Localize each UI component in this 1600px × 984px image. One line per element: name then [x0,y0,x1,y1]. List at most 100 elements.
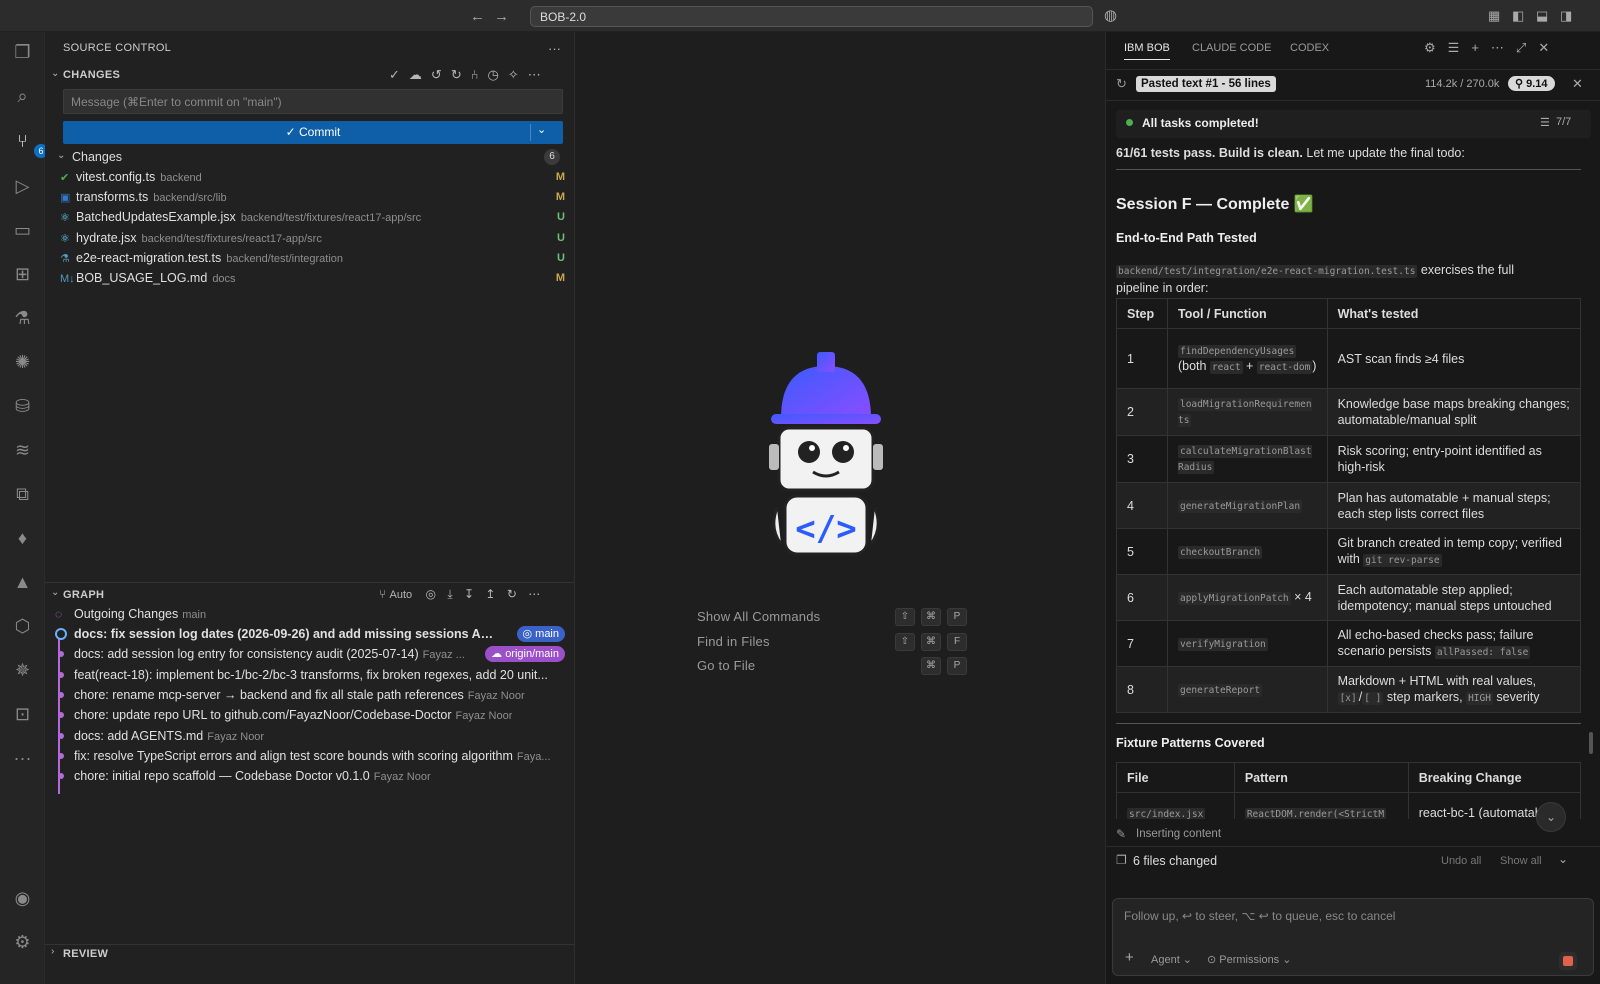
show-all-button[interactable]: Show all [1500,855,1542,867]
back-arrow-icon[interactable]: ← [470,8,485,25]
commit-row[interactable]: fix: resolve TypeScript errors and align… [55,746,565,766]
changed-file-row[interactable]: M↓BOB_USAGE_LOG.md docs M [55,268,565,288]
database-icon[interactable]: ⛁ [10,394,35,419]
close-icon[interactable]: ✕ [1538,40,1561,55]
toggle-panel-icon[interactable]: ⬓ [1536,8,1548,24]
scroll-down-chevron-icon[interactable]: ⌄ [1536,802,1566,832]
panel-tab[interactable]: IBM BOB [1124,42,1170,60]
chevron-down-icon[interactable]: ⌄ [51,68,59,79]
account-icon[interactable]: ◉ [10,886,35,911]
chevron-down-icon[interactable]: ⌄ [57,150,65,161]
chevron-down-icon[interactable]: ⌄ [51,587,59,598]
remote-explorer-icon[interactable]: ▭ [10,218,35,243]
commit-row[interactable]: docs: add AGENTS.md Fayaz Noor [55,726,565,746]
command-center-search[interactable]: BOB-2.0 [530,6,1093,27]
maximize-icon[interactable]: ⤢ [1516,40,1538,55]
commit-row[interactable]: chore: update repo URL to github.com/Fay… [55,705,565,725]
agent-mode-select[interactable]: Agent ⌄ [1151,953,1192,966]
graph-auto-label[interactable]: Auto [390,589,413,601]
plus-icon[interactable]: + [1125,949,1134,966]
cloud-sync-icon[interactable]: ☁ [409,67,431,82]
more-icon[interactable]: ⋯ [528,67,550,82]
pasted-text-chip[interactable]: Pasted text #1 - 56 lines [1136,76,1276,92]
run-debug-icon[interactable]: ▷ [10,174,35,199]
checklist-icon[interactable]: ☰ [1448,40,1472,55]
welcome-command[interactable]: Go to File [697,658,755,673]
chat-input-box[interactable]: Follow up, ↩ to steer, ⌥ ↩ to queue, esc… [1112,898,1594,976]
toggle-sidebar-icon[interactable]: ◧ [1512,8,1524,24]
chevron-down-icon[interactable]: ⌄ [1558,852,1568,866]
welcome-command[interactable]: Find in Files [697,634,770,649]
commit-row[interactable]: feat(react-18): implement bc-1/bc-2/bc-3… [55,665,565,685]
undo-all-button[interactable]: Undo all [1441,855,1481,867]
commit-message-input[interactable]: Message (⌘Enter to commit on "main") [63,89,563,114]
history-icon[interactable]: ↺ [431,67,451,82]
graph-section-title[interactable]: GRAPH [63,589,104,601]
commit-check-icon[interactable]: ✓ [389,67,409,82]
changes-group-label[interactable]: Changes [72,150,122,164]
refresh-icon[interactable]: ↻ [507,587,517,601]
commit-button[interactable]: ✓ Commit [63,121,563,144]
branch-icon[interactable]: ⑂ [379,587,386,601]
commit-row[interactable]: chore: initial repo scaffold — Codebase … [55,766,565,786]
toggle-secondary-sidebar-icon[interactable]: ◨ [1560,8,1572,24]
more-icon[interactable]: ··· [10,746,35,771]
layers-icon[interactable]: ≋ [10,438,35,463]
mongodb-leaf-icon[interactable]: ♦ [10,526,35,551]
changed-file-row[interactable]: ⚗ e2e-react-migration.test.ts backend/test… [55,248,565,268]
search-icon[interactable]: ⌕ [10,84,35,109]
panel-tab[interactable]: CODEX [1290,42,1329,54]
stop-button[interactable] [1559,952,1577,970]
changed-file-row[interactable]: ⚛ BatchedUpdatesExample.jsx backend/test/f… [55,207,565,227]
azure-icon[interactable]: ▲ [10,570,35,595]
target-icon[interactable]: ◎ [426,587,436,601]
step-tested: Plan has automatable + manual steps; eac… [1326,482,1582,529]
testing-icon[interactable]: ⚗ [10,306,35,331]
commit-row[interactable]: docs: add session log entry for consiste… [55,644,565,664]
timeline-icon[interactable]: ◷ [488,67,508,82]
more-icon[interactable]: ⋯ [1491,40,1516,55]
gear-icon[interactable]: ⚙ [1424,40,1448,55]
push-icon[interactable]: ↥ [485,587,495,601]
welcome-command[interactable]: Show All Commands [697,609,820,624]
package-icon[interactable]: ⬡ [10,614,35,639]
permissions-select[interactable]: ⊙ Permissions ⌄ [1207,953,1291,966]
pull-icon[interactable]: ↧ [464,587,474,601]
forward-arrow-icon[interactable]: → [494,8,509,25]
container-icon[interactable]: ⊡ [10,702,35,727]
commit-row[interactable]: chore: rename mcp-server → backend and f… [55,685,565,705]
review-section-title[interactable]: REVIEW [63,948,108,960]
changed-file-row[interactable]: ⚛ hydrate.jsx backend/test/fixtures/react1… [55,228,565,248]
outgoing-changes-row[interactable]: ◌ Outgoing Changes main [55,604,565,624]
refresh-icon[interactable]: ↻ [451,67,471,82]
explorer-icon[interactable]: ❐ [10,40,35,65]
step-function: generateReport [1166,666,1328,713]
copilot-icon[interactable]: ◍ [1104,6,1117,24]
fetch-icon[interactable]: ⤓ [447,587,452,601]
settings-gear-icon[interactable]: ⚙ [10,930,35,955]
extensions-icon[interactable]: ⊞ [10,262,35,287]
commit-row[interactable]: docs: fix session log dates (2026-09-26)… [55,624,565,644]
diagram-icon[interactable]: ⧉ [10,482,35,507]
changed-file-row[interactable]: ▣ transforms.ts backend/src/lib M [55,187,565,207]
panel-tab[interactable]: CLAUDE CODE [1192,42,1271,54]
scrollbar-thumb[interactable] [1589,732,1593,754]
changed-file-row[interactable]: ✔ vitest.config.ts backend M [55,167,565,187]
source-control-icon[interactable]: ⑂ 6 [10,129,48,158]
chevron-right-icon[interactable]: › [51,946,54,957]
branch-graph-icon[interactable]: ⑃ [471,67,488,82]
claude-icon[interactable]: ✺ [10,350,35,375]
plus-icon[interactable]: + [1471,40,1491,55]
kubernetes-icon[interactable]: ✵ [10,658,35,683]
close-icon[interactable]: ✕ [1572,76,1583,92]
commit-node [58,651,64,658]
more-actions-icon[interactable]: ··· [548,41,561,56]
tasks-status-bar[interactable]: All tasks completed! ☰ 7/7 [1116,110,1591,138]
changes-section-title[interactable]: CHANGES [63,69,120,81]
chat-input-placeholder[interactable]: Follow up, ↩ to steer, ⌥ ↩ to queue, esc… [1124,909,1395,923]
more-icon[interactable]: ⋯ [528,587,540,601]
commit-dropdown-chevron-icon[interactable]: ⌄ [537,123,546,136]
layout-icon[interactable]: ▦ [1488,8,1500,24]
sparkle-icon[interactable]: ✧ [508,67,528,82]
files-changed[interactable]: 6 files changed [1133,854,1217,868]
